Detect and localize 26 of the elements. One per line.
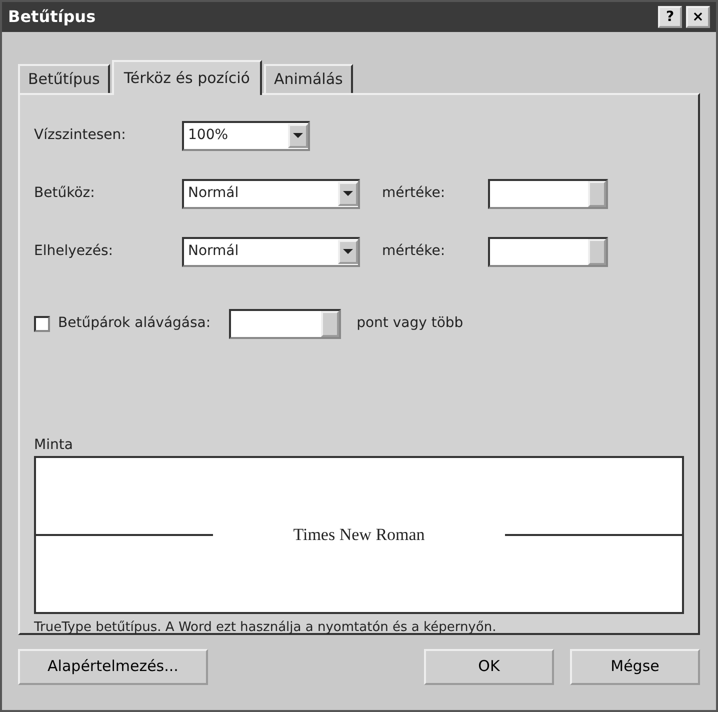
- dropdown[interactable]: Normál: [182, 178, 360, 208]
- preview-text: Times New Roman: [292, 524, 426, 546]
- dialog-button[interactable]: Mégse: [570, 648, 700, 684]
- field-label: mértéke:: [382, 184, 446, 203]
- default-button[interactable]: Alapértelmezés...: [18, 648, 208, 684]
- help-button[interactable]: ?: [658, 6, 682, 28]
- field-label: Betűköz:: [34, 184, 96, 203]
- tab[interactable]: Animálás: [264, 64, 353, 92]
- field-label: Elhelyezés:: [34, 242, 114, 261]
- tab[interactable]: Betűtípus: [18, 64, 110, 92]
- tab[interactable]: Térköz és pozíció: [112, 60, 262, 94]
- note-text: TrueType betűtípus. A Word ezt használja a nyomtatón és a képernyőn.: [34, 618, 498, 636]
- dialog-button[interactable]: OK: [424, 648, 554, 684]
- spin-field[interactable]: [488, 178, 608, 208]
- dropdown[interactable]: Normál: [182, 236, 360, 266]
- spin-field[interactable]: [228, 308, 341, 338]
- checkbox[interactable]: [34, 316, 50, 332]
- spin-field[interactable]: [488, 236, 608, 266]
- field-label: pont vagy több: [356, 314, 464, 333]
- field-label: mértéke:: [382, 242, 446, 261]
- window-title: Betűtípus: [8, 6, 96, 28]
- field-label: Vízszintesen:: [34, 126, 127, 145]
- preview-label: Minta: [34, 436, 74, 454]
- scale-dropdown[interactable]: 100%: [182, 120, 310, 150]
- checkbox-label: Betűpárok alávágása:: [58, 314, 211, 333]
- close-button[interactable]: ×: [686, 6, 710, 28]
